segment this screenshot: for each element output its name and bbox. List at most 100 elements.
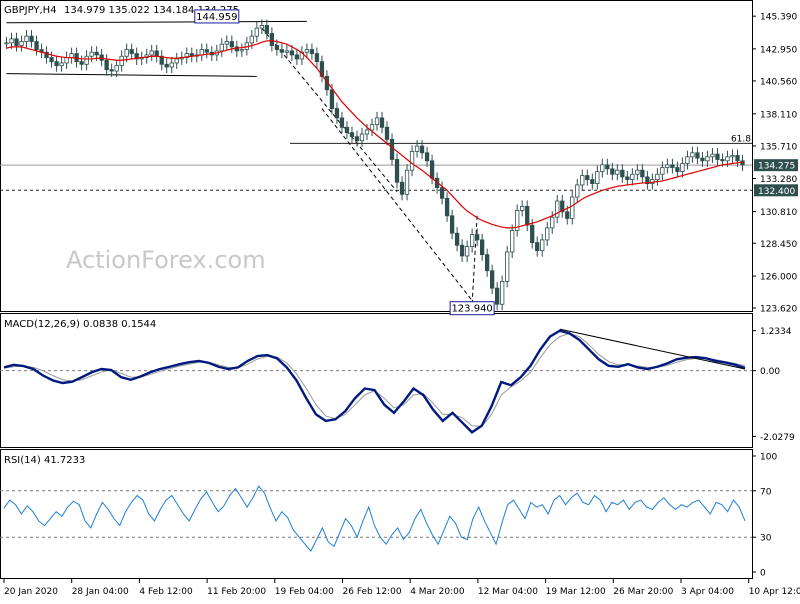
candle-body: [224, 41, 229, 45]
candle-body: [500, 281, 505, 305]
candle-body: [525, 205, 530, 226]
candle-body: [535, 242, 540, 252]
candle-body: [479, 239, 485, 256]
candle-body: [735, 155, 740, 162]
candle-body: [389, 138, 395, 160]
price-tick-label: 123.620: [760, 305, 797, 315]
candle-body: [510, 230, 515, 253]
fib-label: 61.8: [731, 134, 751, 144]
candle-body: [730, 155, 735, 158]
candle-body: [309, 49, 315, 54]
candle-body: [64, 57, 69, 64]
candle-body: [685, 156, 690, 164]
macd-tick-label: 1.2334: [760, 327, 792, 337]
candle-body: [379, 117, 385, 128]
candle-body: [329, 89, 335, 109]
trendline-4: [471, 215, 478, 304]
candle-body: [229, 41, 234, 48]
candle-body: [254, 27, 259, 37]
candle-body: [29, 35, 34, 42]
chart-canvas: ActionForex.com GBPJPY,H4 134.979 135.02…: [0, 0, 800, 597]
price-tick-label: 126.000: [760, 273, 797, 283]
price-tick-label: 133.280: [760, 175, 797, 185]
candle-body: [459, 244, 465, 257]
candle-body: [690, 152, 695, 158]
candle-body: [9, 38, 14, 44]
candle-body: [89, 51, 94, 57]
candle-body: [169, 62, 174, 68]
candle-body: [520, 205, 525, 211]
candle-body: [725, 156, 730, 162]
candle-body: [495, 287, 500, 305]
watermark: ActionForex.com: [66, 246, 266, 274]
candle-body: [394, 159, 400, 183]
rsi-pane-frame: [0, 449, 753, 579]
candle-body: [219, 43, 224, 52]
candle-body: [314, 53, 320, 63]
candle-body: [505, 251, 510, 282]
candle-body: [585, 175, 590, 180]
candle-body: [429, 160, 435, 179]
time-tick-label: 26 Mar 20:00: [613, 587, 673, 597]
candle-body: [174, 58, 179, 64]
annotation-label-0: 144.959: [196, 12, 237, 23]
candle-body: [114, 65, 119, 72]
candle-body: [4, 42, 9, 45]
candle-body: [304, 49, 310, 53]
candle-body: [69, 53, 74, 58]
candle-body: [34, 41, 39, 50]
candle-body: [675, 167, 680, 172]
candle-body: [555, 200, 560, 218]
rsi-tick-label: 100: [760, 453, 777, 463]
candle-body: [414, 145, 420, 152]
candle-body: [424, 152, 430, 162]
candle-body: [129, 49, 134, 54]
candle-body: [570, 196, 575, 219]
candle-body: [369, 124, 375, 131]
candle-body: [104, 59, 109, 71]
time-tick-label: 3 Apr 04:00: [681, 587, 734, 597]
candle-body: [590, 179, 595, 185]
price-tick-label: 140.560: [760, 77, 797, 87]
candle-body: [635, 169, 640, 175]
candle-body: [49, 57, 54, 63]
candle-body: [530, 224, 535, 243]
price-pane-title: GBPJPY,H4: [4, 5, 57, 16]
time-tick-label: 19 Feb 04:00: [275, 587, 334, 597]
candle-body: [720, 159, 725, 162]
candle-body: [359, 133, 365, 142]
candle-body: [269, 33, 275, 46]
candle-body: [199, 49, 204, 56]
time-tick-label: 19 Mar 12:00: [546, 587, 606, 597]
candle-body: [409, 151, 415, 171]
candle-body: [565, 211, 570, 219]
candle-body: [94, 51, 99, 56]
candle-body: [274, 45, 280, 50]
macd-tick-label: -2.0279: [760, 433, 795, 443]
time-tick-label: 28 Jan 04:00: [72, 587, 129, 597]
price-tick-label: 145.390: [760, 13, 797, 23]
candle-body: [24, 35, 29, 42]
rsi-tick-label: 70: [760, 487, 772, 497]
candle-body: [474, 234, 480, 241]
time-tick-label: 20 Jan 2020: [4, 587, 58, 597]
axis-labels-layer: 145.390 142.950 140.560 138.110 135.710 133.2…: [3, 13, 800, 597]
candle-body: [490, 270, 495, 289]
candle-body: [384, 126, 390, 140]
candle-body: [264, 25, 270, 34]
candle-body: [354, 136, 360, 142]
candle-body: [99, 54, 104, 61]
candle-body: [439, 187, 445, 199]
price-tick-label: 142.950: [760, 45, 797, 55]
candle-body: [294, 54, 300, 60]
candle-body: [54, 61, 59, 67]
macd-tick-label: 0.00: [760, 367, 780, 377]
candle-body: [284, 50, 290, 53]
candle-body: [204, 49, 209, 53]
candle-body: [600, 164, 605, 172]
candle-body: [154, 50, 159, 57]
price-tick-label: 135.710: [760, 142, 797, 152]
candle-body: [630, 173, 635, 180]
candle-body: [419, 145, 425, 154]
candle-body: [610, 168, 615, 175]
